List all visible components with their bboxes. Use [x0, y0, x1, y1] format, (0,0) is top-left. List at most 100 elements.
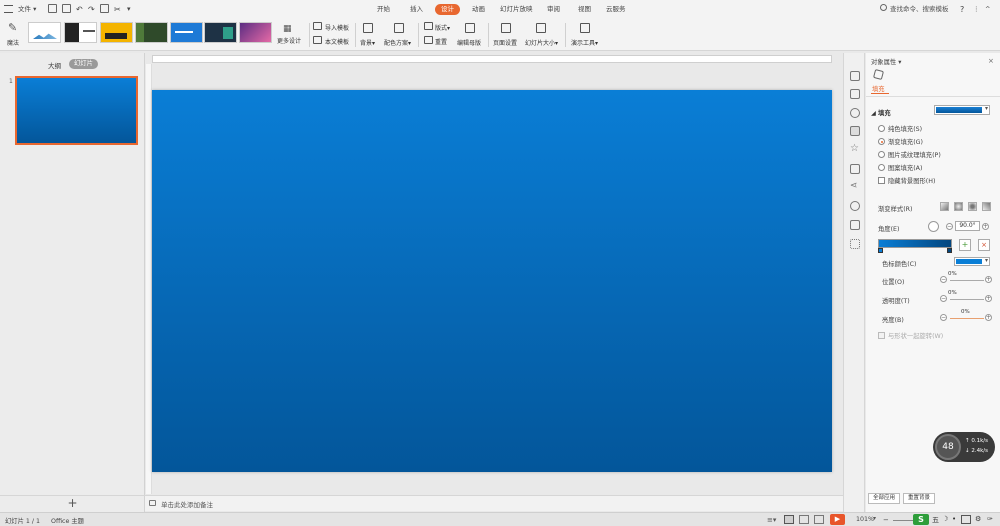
design-template-thumb-2[interactable]	[64, 22, 97, 43]
zoom-dropdown-icon[interactable]: ▾	[873, 515, 876, 522]
reading-view-icon[interactable]	[814, 515, 824, 524]
radio-picture-fill[interactable]	[878, 151, 885, 158]
pane-title[interactable]: 对象属性 ▾	[871, 57, 901, 66]
reset-button[interactable]: 重置	[435, 37, 447, 46]
keyboard-icon[interactable]	[961, 515, 971, 524]
brightness-slider[interactable]	[950, 318, 984, 319]
slide-canvas[interactable]	[152, 90, 832, 472]
help-button[interactable]: ?	[960, 4, 964, 15]
import-template-button[interactable]: 导入模板	[325, 23, 349, 32]
stop-color-dropdown[interactable]: ▾	[954, 257, 990, 266]
position-slider[interactable]	[950, 280, 984, 281]
command-search[interactable]: 查找命令、搜索模板	[890, 4, 949, 15]
slide-thumbnail[interactable]	[15, 76, 138, 145]
design-template-thumb-5[interactable]	[170, 22, 203, 43]
file-menu[interactable]: 文件 ▾	[18, 4, 36, 15]
apps-icon[interactable]	[850, 239, 860, 249]
gradient-stop-bar[interactable]	[878, 239, 952, 248]
tab-slides[interactable]: 幻灯片	[69, 59, 98, 69]
rectangular-gradient-style[interactable]	[968, 202, 977, 211]
radio-pattern-fill[interactable]	[878, 164, 885, 171]
history-icon[interactable]	[850, 201, 860, 211]
ime-moon-icon[interactable]: ☽	[942, 515, 948, 523]
layout-button[interactable]: 版式▾	[435, 23, 450, 32]
clear-format-icon[interactable]: ✂	[114, 4, 121, 15]
design-template-thumb-4[interactable]	[135, 22, 168, 43]
options-icon[interactable]: ⋮	[973, 4, 980, 15]
gradient-stop-start[interactable]	[878, 248, 883, 253]
tab-view[interactable]: 视图	[578, 4, 591, 15]
angle-input[interactable]: 90.0°	[955, 221, 980, 231]
design-template-thumb-6[interactable]	[204, 22, 237, 43]
print-icon[interactable]	[62, 4, 71, 13]
close-pane-icon[interactable]: ×	[988, 57, 994, 65]
page-setup-button[interactable]: 页面设置	[493, 38, 517, 47]
color-scheme-button[interactable]: 配色方案▾	[384, 38, 411, 47]
reset-background-button[interactable]: 重置背景	[903, 493, 935, 504]
angle-decrease-button[interactable]: −	[946, 223, 953, 230]
notes-toggle-icon[interactable]: ≡▾	[767, 516, 776, 524]
normal-view-icon[interactable]	[784, 515, 794, 524]
network-speed-widget[interactable]: 48 ↑ 0.1k/s ↓ 2.4k/s	[933, 432, 995, 462]
save-icon[interactable]	[48, 4, 57, 13]
copy-icon[interactable]	[850, 89, 860, 99]
rotate-with-shape-checkbox[interactable]	[878, 332, 885, 339]
quick-access-more-icon[interactable]: ▾	[127, 4, 131, 15]
shape-icon[interactable]	[850, 108, 860, 118]
design-template-thumb-1[interactable]	[28, 22, 61, 43]
design-template-thumb-3[interactable]	[100, 22, 133, 43]
play-slideshow-button[interactable]: ▶	[830, 514, 845, 525]
collapse-ribbon-icon[interactable]: ^	[985, 4, 990, 15]
zoom-out-button[interactable]: −	[883, 516, 889, 524]
tab-insert[interactable]: 插入	[410, 4, 423, 15]
more-design-button[interactable]: 更多设计	[277, 36, 301, 45]
angle-increase-button[interactable]: +	[982, 223, 989, 230]
ime-five-icon[interactable]: 五	[932, 515, 939, 525]
radio-solid-fill[interactable]	[878, 125, 885, 132]
radio-gradient-fill[interactable]	[878, 138, 885, 145]
transparency-increase-button[interactable]: +	[985, 295, 992, 302]
transparency-slider[interactable]	[950, 299, 984, 300]
tab-slideshow[interactable]: 幻灯片放映	[500, 4, 533, 15]
gradient-stop-end[interactable]	[947, 248, 952, 253]
format-painter-icon[interactable]	[100, 4, 109, 13]
add-stop-icon[interactable]: +	[959, 239, 971, 251]
text-template-button[interactable]: 本文模板	[325, 37, 349, 46]
tab-review[interactable]: 审阅	[547, 4, 560, 15]
animation-icon[interactable]	[850, 71, 860, 81]
tab-animation[interactable]: 动画	[472, 4, 485, 15]
presentation-tools-button[interactable]: 演示工具▾	[571, 38, 598, 47]
tab-outline[interactable]: 大纲	[48, 60, 61, 70]
tab-cloud[interactable]: 云服务	[606, 4, 626, 15]
magic-button[interactable]: 魔法	[7, 38, 19, 47]
slide-size-button[interactable]: 幻灯片大小▾	[525, 38, 558, 47]
section-fill-tab[interactable]: 填充	[872, 84, 885, 93]
hide-bg-checkbox[interactable]	[878, 177, 885, 184]
hamburger-menu-icon[interactable]	[4, 5, 13, 13]
toolbox-icon[interactable]	[850, 220, 860, 230]
archive-icon[interactable]	[850, 164, 860, 174]
undo-icon[interactable]: ↶	[76, 4, 83, 15]
background-button[interactable]: 背景▾	[360, 38, 375, 47]
edit-master-button[interactable]: 编辑母版	[457, 38, 481, 47]
notes-area[interactable]: 单击此处添加备注	[145, 495, 843, 511]
ime-dot-icon[interactable]: •	[952, 515, 956, 523]
apply-all-button[interactable]: 全部应用	[868, 493, 900, 504]
zoom-level[interactable]: 101%	[856, 516, 874, 523]
design-template-thumb-7[interactable]	[239, 22, 272, 43]
angle-dial[interactable]	[928, 221, 939, 232]
linear-gradient-style[interactable]	[940, 202, 949, 211]
fill-color-dropdown[interactable]: ▾	[934, 105, 990, 115]
tab-start[interactable]: 开始	[377, 4, 390, 15]
brightness-decrease-button[interactable]: −	[940, 314, 947, 321]
add-slide-button[interactable]: +	[0, 495, 145, 512]
position-decrease-button[interactable]: −	[940, 276, 947, 283]
tools-icon[interactable]: ✑	[987, 515, 993, 523]
property-icon[interactable]	[850, 126, 860, 136]
radial-gradient-style[interactable]	[954, 202, 963, 211]
transparency-decrease-button[interactable]: −	[940, 295, 947, 302]
slide-sorter-icon[interactable]	[799, 515, 809, 524]
share-icon[interactable]: ⋖	[850, 181, 858, 191]
settings-gear-icon[interactable]: ⚙	[975, 515, 981, 523]
path-gradient-style[interactable]	[982, 202, 991, 211]
